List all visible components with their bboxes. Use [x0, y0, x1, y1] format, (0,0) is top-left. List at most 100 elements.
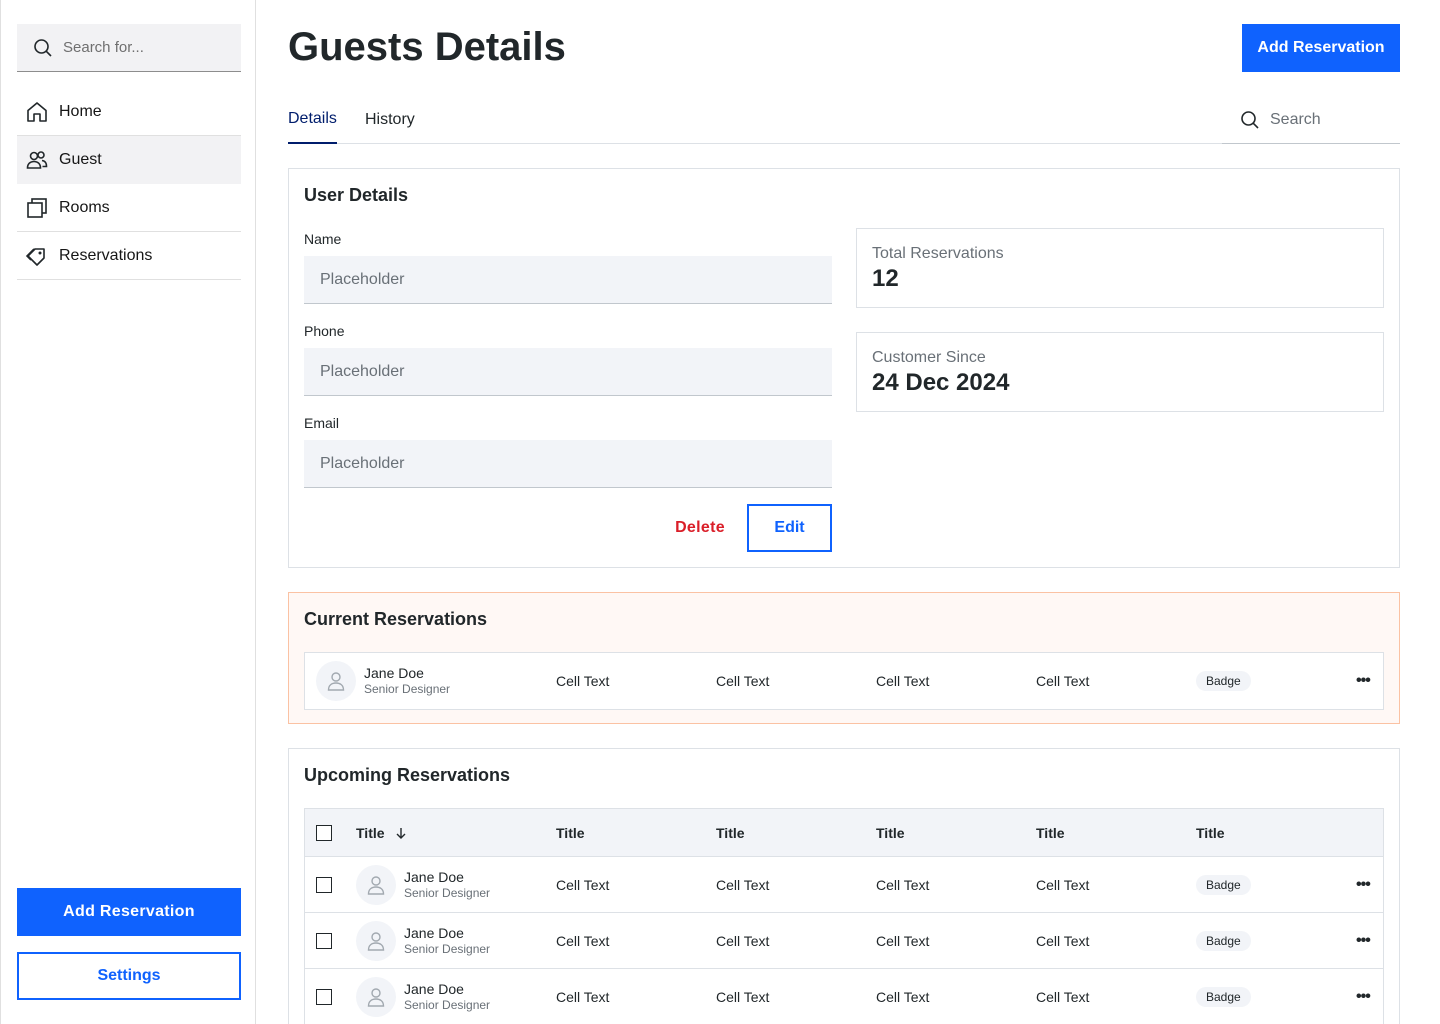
- person-role: Senior Designer: [404, 941, 491, 956]
- person-name: Jane Doe: [404, 924, 464, 941]
- stat-label: Customer Since: [872, 349, 986, 366]
- person-name: Jane Doe: [404, 868, 464, 885]
- email-field[interactable]: Placeholder: [304, 440, 832, 488]
- name-label: Name: [304, 231, 342, 247]
- sidebar-add-reservation-button[interactable]: Add Reservation: [17, 888, 241, 936]
- column-header-label: Title: [356, 824, 385, 841]
- status-badge: Badge: [1196, 987, 1251, 1007]
- stat-label: Total Reservations: [872, 245, 1004, 262]
- table-header: Title Title Title Title Title Title: [305, 809, 1383, 857]
- name-placeholder: Placeholder: [320, 270, 405, 288]
- table-cell: Cell Text: [876, 876, 930, 893]
- search-icon: [1241, 110, 1259, 129]
- rooms-icon: [27, 197, 47, 218]
- table-cell: Cell Text: [876, 673, 930, 689]
- sidebar-item-label: Home: [59, 102, 102, 120]
- upcoming-reservations-card: Upcoming Reservations Title Title Title …: [288, 748, 1400, 1024]
- sidebar-item-home[interactable]: Home: [17, 88, 241, 136]
- tab-details[interactable]: Details: [288, 96, 337, 144]
- column-header[interactable]: Title: [1036, 809, 1065, 856]
- table-row[interactable]: Jane Doe Senior Designer Cell Text Cell …: [305, 653, 1383, 709]
- table-cell: Cell Text: [556, 932, 610, 949]
- person-name: Jane Doe: [404, 981, 464, 997]
- table-cell: Cell Text: [1036, 989, 1090, 1005]
- table-cell: Cell Text: [556, 876, 610, 893]
- sidebar-search-placeholder: Search for...: [63, 39, 144, 56]
- table-cell: Cell Text: [556, 989, 610, 1005]
- row-checkbox[interactable]: [316, 989, 332, 1005]
- tab-history[interactable]: History: [365, 96, 415, 144]
- current-reservations-table: Jane Doe Senior Designer Cell Text Cell …: [304, 652, 1384, 710]
- select-all-checkbox[interactable]: [316, 824, 332, 841]
- sidebar: Search for... Home Guest Rooms Reservati…: [0, 0, 256, 1024]
- sidebar-settings-button[interactable]: Settings: [17, 952, 241, 1000]
- name-field[interactable]: Placeholder: [304, 256, 832, 304]
- avatar: [356, 864, 396, 905]
- sidebar-item-label: Reservations: [59, 246, 153, 264]
- more-options-icon[interactable]: •••: [1356, 876, 1371, 894]
- person-role: Senior Designer: [404, 885, 491, 900]
- person-cell: Jane Doe Senior Designer: [356, 969, 490, 1024]
- sort-arrow-down-icon: [396, 827, 406, 839]
- page-title: Guests Details: [288, 25, 566, 69]
- sidebar-nav: Home Guest Rooms Reservations: [17, 88, 241, 280]
- person-name: Jane Doe: [364, 665, 424, 681]
- column-header[interactable]: Title: [876, 809, 905, 856]
- tab-bar: Details History Search: [288, 96, 1400, 144]
- email-label: Email: [304, 415, 340, 431]
- person-role: Senior Designer: [404, 998, 491, 1012]
- table-cell: Cell Text: [716, 673, 770, 689]
- table-cell: Cell Text: [876, 989, 930, 1005]
- row-checkbox[interactable]: [316, 876, 332, 893]
- table-cell: Cell Text: [1036, 673, 1090, 689]
- table-row[interactable]: Jane Doe Senior Designer Cell Text Cell …: [305, 913, 1383, 969]
- edit-button[interactable]: Edit: [747, 504, 832, 552]
- column-header[interactable]: Title: [356, 809, 407, 856]
- home-icon: [27, 101, 47, 122]
- current-reservations-card: Current Reservations Jane Doe Senior Des…: [288, 592, 1400, 724]
- user-details-title: User Details: [304, 185, 409, 205]
- row-checkbox[interactable]: [316, 932, 332, 949]
- avatar: [356, 977, 396, 1017]
- table-cell: Cell Text: [1036, 932, 1090, 949]
- users-icon: [26, 150, 48, 169]
- column-header[interactable]: Title: [556, 809, 585, 856]
- table-cell: Cell Text: [556, 673, 610, 689]
- table-cell: Cell Text: [716, 989, 770, 1005]
- upcoming-reservations-table: Title Title Title Title Title Title Jane…: [304, 808, 1384, 1024]
- stat-value: 24 Dec 2024: [872, 369, 1010, 396]
- sidebar-item-label: Rooms: [59, 198, 110, 216]
- upcoming-reservations-title: Upcoming Reservations: [304, 765, 511, 785]
- table-row[interactable]: Jane Doe Senior Designer Cell Text Cell …: [305, 857, 1383, 913]
- sidebar-search-input[interactable]: Search for...: [17, 24, 241, 72]
- more-options-icon[interactable]: •••: [1356, 932, 1371, 950]
- user-icon: [367, 988, 385, 1007]
- sidebar-item-reservations[interactable]: Reservations: [17, 232, 241, 280]
- sidebar-item-guest[interactable]: Guest: [17, 136, 241, 184]
- tag-icon: [25, 247, 45, 266]
- phone-field[interactable]: Placeholder: [304, 348, 832, 396]
- total-reservations-stat: Total Reservations 12: [856, 228, 1384, 308]
- sidebar-item-label: Guest: [59, 150, 102, 168]
- avatar: [316, 661, 356, 701]
- table-row[interactable]: Jane Doe Senior Designer Cell Text Cell …: [305, 969, 1383, 1024]
- add-reservation-button[interactable]: Add Reservation: [1242, 24, 1400, 72]
- person-cell: Jane Doe Senior Designer: [356, 913, 490, 968]
- current-reservations-title: Current Reservations: [304, 609, 488, 629]
- tab-search-input[interactable]: Search: [1222, 96, 1400, 144]
- more-options-icon[interactable]: •••: [1356, 988, 1371, 1006]
- customer-since-stat: Customer Since 24 Dec 2024: [856, 332, 1384, 412]
- person-role: Senior Designer: [364, 682, 451, 696]
- column-header[interactable]: Title: [1196, 809, 1225, 856]
- status-badge: Badge: [1196, 671, 1251, 691]
- more-options-icon[interactable]: •••: [1356, 672, 1371, 690]
- sidebar-item-rooms[interactable]: Rooms: [17, 184, 241, 232]
- search-icon: [34, 38, 52, 57]
- status-badge: Badge: [1196, 930, 1251, 951]
- column-header[interactable]: Title: [716, 809, 745, 856]
- delete-button[interactable]: Delete: [655, 504, 745, 552]
- tab-search-placeholder: Search: [1270, 110, 1321, 128]
- user-icon: [327, 672, 345, 691]
- phone-label: Phone: [304, 323, 345, 339]
- table-cell: Cell Text: [1036, 876, 1090, 893]
